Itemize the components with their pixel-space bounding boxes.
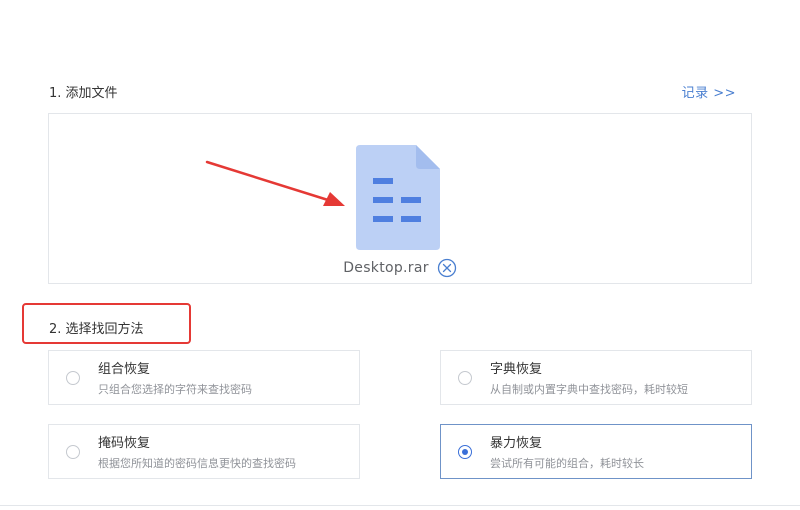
step1-title: 1. 添加文件 [49, 86, 118, 101]
radio-button[interactable] [458, 371, 472, 385]
file-drop-area[interactable]: Desktop.rar [48, 113, 752, 284]
option-title: 字典恢复 [490, 362, 543, 377]
records-link[interactable]: 记录 >> [682, 82, 736, 101]
method-option-combo[interactable]: 组合恢复 只组合您选择的字符来查找密码 [48, 350, 360, 405]
file-row: Desktop.rar [49, 258, 751, 278]
option-description: 只组合您选择的字符来查找密码 [98, 383, 252, 396]
option-description: 从自制或内置字典中查找密码，耗时较短 [490, 383, 688, 396]
option-title: 组合恢复 [98, 362, 151, 377]
close-circle-icon[interactable] [437, 258, 457, 278]
file-name: Desktop.rar [343, 260, 429, 276]
divider [0, 505, 800, 506]
document-icon [356, 145, 440, 250]
step2-title: 2. 选择找回方法 [49, 322, 144, 337]
option-title: 掩码恢复 [98, 436, 151, 451]
method-option-dict[interactable]: 字典恢复 从自制或内置字典中查找密码，耗时较短 [440, 350, 752, 405]
option-title: 暴力恢复 [490, 436, 543, 451]
method-option-mask[interactable]: 掩码恢复 根据您所知道的密码信息更快的查找密码 [48, 424, 360, 479]
option-description: 尝试所有可能的组合，耗时较长 [490, 457, 644, 470]
option-description: 根据您所知道的密码信息更快的查找密码 [98, 457, 296, 470]
radio-button[interactable] [458, 445, 472, 459]
radio-button[interactable] [66, 371, 80, 385]
method-option-brute[interactable]: 暴力恢复 尝试所有可能的组合，耗时较长 [440, 424, 752, 479]
radio-button[interactable] [66, 445, 80, 459]
